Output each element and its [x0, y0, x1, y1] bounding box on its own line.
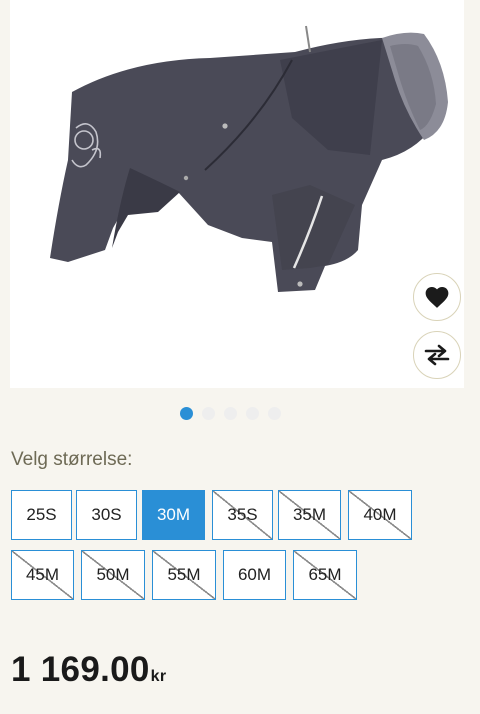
swap-arrows-icon [424, 344, 450, 366]
gallery-dot-4[interactable] [246, 406, 259, 420]
size-option[interactable]: 55M [152, 550, 216, 600]
gallery-dot-2[interactable] [202, 406, 215, 420]
price-amount: 1 169.00 [11, 650, 150, 689]
size-option[interactable]: 30S [76, 490, 137, 540]
gallery-pagination [180, 406, 281, 420]
size-option[interactable]: 50M [81, 550, 145, 600]
gallery-dot-3[interactable] [224, 406, 237, 420]
product-image[interactable] [10, 0, 464, 388]
size-option[interactable]: 60M [223, 550, 286, 600]
gallery-dot-5[interactable] [268, 406, 281, 420]
size-option[interactable]: 45M [11, 550, 74, 600]
size-option[interactable]: 35S [212, 490, 273, 540]
size-option[interactable]: 30M [142, 490, 205, 540]
size-option[interactable]: 65M [293, 550, 357, 600]
compare-button[interactable] [413, 331, 461, 379]
product-price: 1 169.00kr [11, 650, 166, 690]
gallery-dot-1[interactable] [180, 406, 193, 420]
wishlist-button[interactable] [413, 273, 461, 321]
heart-icon [425, 287, 449, 308]
size-picker-label: Velg størrelse: [11, 449, 133, 470]
size-option[interactable]: 25S [11, 490, 72, 540]
dog-jacket-illustration [50, 25, 448, 292]
price-currency: kr [150, 668, 167, 685]
size-option[interactable]: 40M [348, 490, 412, 540]
size-option[interactable]: 35M [278, 490, 341, 540]
